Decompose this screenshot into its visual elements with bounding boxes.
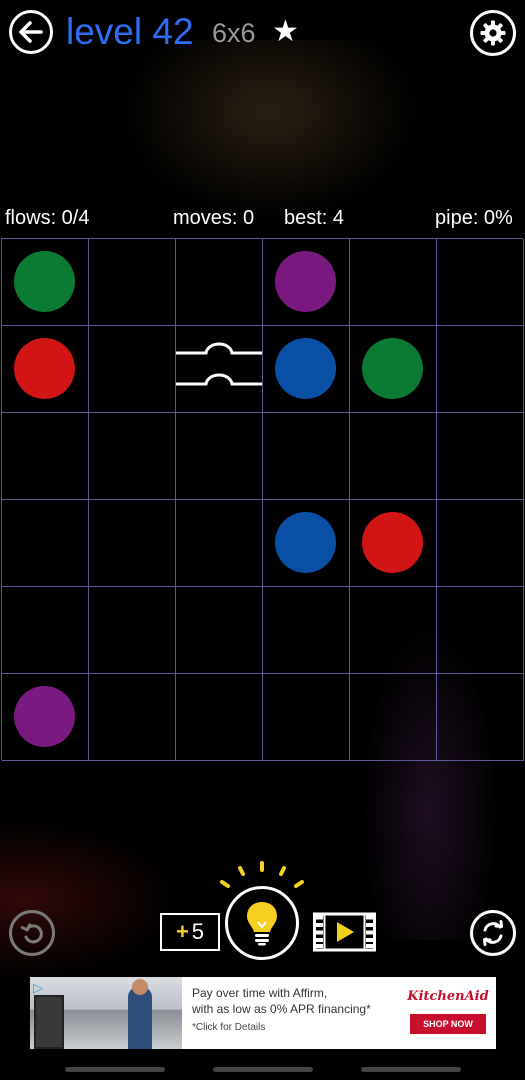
undo-button[interactable] (9, 910, 55, 956)
hints-count: 5 (191, 919, 205, 944)
grid-cell[interactable] (350, 326, 437, 413)
grid-cell[interactable] (350, 500, 437, 587)
best-score: best: 4 (284, 207, 345, 229)
red-dot[interactable] (14, 338, 75, 399)
blue-dot[interactable] (275, 338, 336, 399)
nav-bar-pill (213, 1067, 313, 1072)
back-button[interactable] (9, 10, 53, 54)
background-glow (120, 40, 420, 220)
lightbulb-icon (247, 902, 277, 946)
plus-icon: + (175, 919, 189, 944)
grid-cell[interactable] (437, 239, 524, 326)
grid-cell[interactable] (437, 674, 524, 761)
ad-image: ▷ (30, 977, 182, 1049)
grid-cell[interactable] (89, 587, 176, 674)
green-dot[interactable] (362, 338, 423, 399)
grid-size-label: 6x6 (212, 18, 256, 48)
grid-cell[interactable] (2, 239, 89, 326)
grid-cell[interactable] (2, 326, 89, 413)
grid-cell[interactable] (176, 326, 263, 413)
person-head-image (132, 979, 148, 995)
grid-cell[interactable] (2, 587, 89, 674)
bridge-icon (176, 342, 262, 386)
settings-button[interactable] (470, 10, 516, 56)
grid-cell[interactable] (437, 326, 524, 413)
arrow-left-icon (19, 21, 43, 43)
nav-bar-pill (65, 1067, 165, 1072)
grid-cell[interactable] (350, 674, 437, 761)
grid-cell[interactable] (263, 674, 350, 761)
grid-cell[interactable] (350, 587, 437, 674)
game-board[interactable] (1, 238, 524, 761)
brand-logo: KitchenAid (407, 989, 489, 1004)
adchoices-icon[interactable]: ▷ (33, 980, 43, 996)
gear-icon (480, 20, 506, 46)
shop-now-button[interactable]: SHOP NOW (410, 1014, 486, 1034)
grid-cell[interactable] (437, 587, 524, 674)
background-glow (0, 820, 180, 980)
grid-cell[interactable] (437, 500, 524, 587)
grid-cell[interactable] (263, 326, 350, 413)
pipe-percentage: pipe: 0% (435, 207, 513, 229)
purple-dot[interactable] (275, 251, 336, 312)
grid-cell[interactable] (350, 413, 437, 500)
grid-cell[interactable] (176, 413, 263, 500)
grid-cell[interactable] (263, 413, 350, 500)
level-title: level 42 (66, 11, 194, 52)
grid-cell[interactable] (2, 413, 89, 500)
grid-cell[interactable] (437, 413, 524, 500)
nav-bar-pill (361, 1067, 461, 1072)
ad-brand-area: KitchenAid SHOP NOW (400, 977, 496, 1049)
flows-counter: flows: 0/4 (5, 207, 90, 229)
red-dot[interactable] (362, 512, 423, 573)
grid-cell[interactable] (176, 674, 263, 761)
ad-banner[interactable]: ▷ Pay over time with Affirm, with as low… (30, 977, 496, 1049)
grid-cell[interactable] (89, 239, 176, 326)
undo-icon (20, 923, 43, 944)
ad-copy: Pay over time with Affirm, with as low a… (182, 977, 400, 1049)
star-icon: ★ (272, 15, 299, 48)
moves-counter: moves: 0 (173, 207, 255, 229)
grid-cell[interactable] (263, 587, 350, 674)
grid-cell[interactable] (350, 239, 437, 326)
grid-cell[interactable] (263, 500, 350, 587)
hint-button[interactable] (225, 886, 299, 960)
restart-button[interactable] (470, 910, 516, 956)
purple-dot[interactable] (14, 686, 75, 747)
grid-cell[interactable] (176, 239, 263, 326)
video-play-icon[interactable] (313, 911, 376, 953)
grid-cell[interactable] (89, 326, 176, 413)
game-screen: level 42 6x6 ★ flows: 0/4 moves: 0 best:… (0, 0, 525, 1080)
grid-cell[interactable] (2, 674, 89, 761)
grid-cell[interactable] (2, 500, 89, 587)
grid-cell[interactable] (89, 500, 176, 587)
grid-cell[interactable] (263, 239, 350, 326)
ad-note: *Click for Details (192, 1022, 266, 1033)
hints-counter[interactable]: + 5 (160, 913, 220, 951)
grid-cell[interactable] (176, 587, 263, 674)
grid-cell[interactable] (89, 674, 176, 761)
green-dot[interactable] (14, 251, 75, 312)
grid-cell[interactable] (176, 500, 263, 587)
ad-line-2: with as low as 0% APR financing* (192, 1002, 371, 1016)
ad-line-1: Pay over time with Affirm, (192, 986, 328, 1000)
blue-dot[interactable] (275, 512, 336, 573)
oven-image (34, 995, 64, 1049)
grid-cell[interactable] (89, 413, 176, 500)
refresh-icon (483, 920, 503, 946)
person-image (128, 987, 152, 1049)
